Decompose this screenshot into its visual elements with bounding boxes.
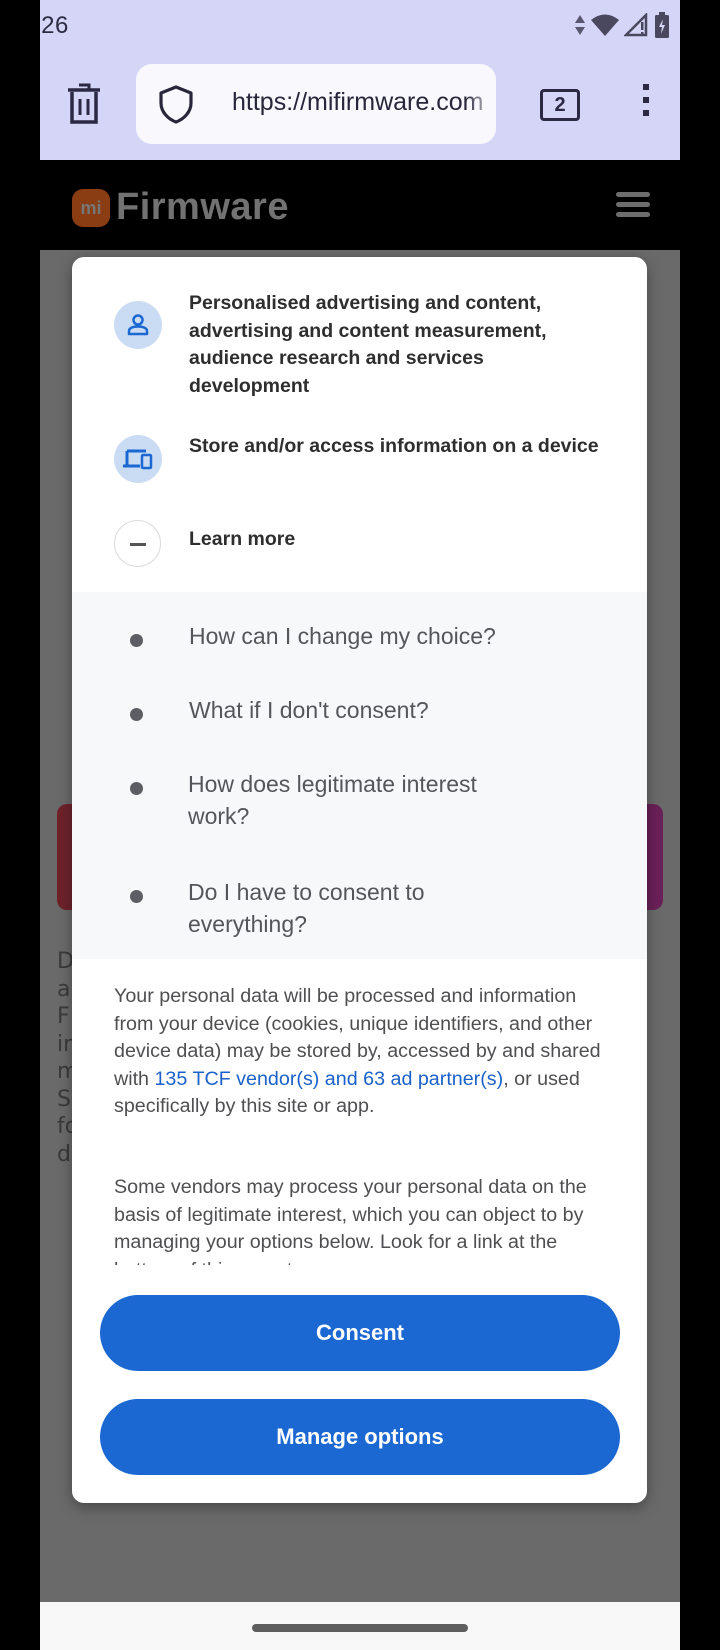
purpose-label: Personalised advertising and content, ad… (189, 292, 547, 397)
bullet-icon (130, 890, 143, 903)
person-icon (127, 314, 149, 336)
bullet-icon (130, 708, 143, 721)
consent-scroll-area[interactable]: Personalised advertising and content, ad… (72, 257, 647, 1265)
shield-icon[interactable] (156, 84, 196, 124)
hamburger-icon[interactable] (616, 192, 650, 218)
faq-link[interactable]: How can I change my choice? (189, 620, 569, 652)
status-time: :26 (40, 12, 69, 39)
more-vert-icon[interactable] (636, 84, 656, 128)
devices-icon (123, 449, 153, 470)
trash-icon (68, 83, 100, 124)
wifi-icon (591, 14, 619, 36)
purpose-icon-circle (114, 435, 162, 483)
url-bar[interactable]: https://mifirmware.com (136, 64, 496, 144)
faq-link[interactable]: What if I don't consent? (189, 694, 569, 726)
faq-section: How can I change my choice? What if I do… (72, 592, 647, 959)
battery-charging-icon (655, 12, 669, 38)
mi-logo-badge: mi (72, 188, 110, 227)
faq-link[interactable]: Do I have to consent to everything? (188, 876, 468, 940)
purpose-icon-circle (114, 301, 162, 349)
browser-toolbar: https://mifirmware.com 2 (40, 56, 680, 160)
consent-button[interactable]: Consent (100, 1295, 620, 1371)
data-arrows-icon (575, 15, 585, 35)
vendors-link[interactable]: 135 TCF vendor(s) and 63 ad partner(s) (154, 1068, 503, 1090)
navigation-bar (40, 1602, 680, 1650)
vendor-paragraph: Your personal data will be processed and… (114, 983, 609, 1121)
tab-switcher-button[interactable]: 2 (540, 89, 580, 121)
logo-text: Firmware (116, 186, 289, 228)
phone-screen: :26 https://mifirmware.com 2 mi Firmware… (40, 0, 680, 1650)
site-logo[interactable]: mi Firmware (72, 186, 289, 229)
status-bar: :26 (40, 0, 680, 56)
minus-icon (130, 543, 146, 546)
bullet-icon (130, 634, 143, 647)
url-fade (466, 64, 496, 144)
consent-dialog: Personalised advertising and content, ad… (72, 257, 647, 1503)
signal-no-service-icon (624, 13, 648, 37)
purpose-label: Store and/or access information on a dev… (189, 435, 599, 457)
learn-more-label[interactable]: Learn more (189, 528, 295, 551)
bullet-icon (130, 782, 143, 795)
manage-options-button[interactable]: Manage options (100, 1399, 620, 1475)
url-text[interactable]: https://mifirmware.com (232, 88, 483, 117)
status-icons (574, 12, 670, 38)
home-gesture-handle[interactable] (252, 1624, 468, 1632)
legitimate-interest-paragraph: Some vendors may process your personal d… (114, 1176, 587, 1265)
faq-link[interactable]: How does legitimate interest work? (188, 768, 528, 832)
delete-button[interactable] (66, 82, 102, 126)
learn-more-toggle[interactable] (114, 520, 161, 567)
site-header: mi Firmware (40, 160, 680, 250)
